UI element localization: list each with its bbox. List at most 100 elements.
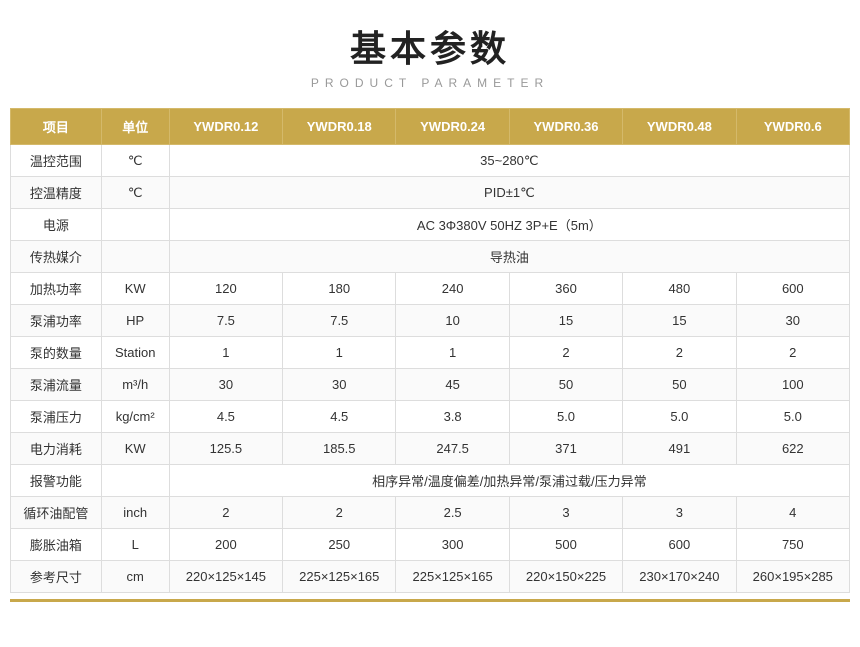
cell-merged-0: 35~280℃: [169, 145, 849, 177]
cell-val-7-4: 50: [623, 369, 736, 401]
cell-item-2: 电源: [11, 209, 102, 241]
params-table: 项目单位YWDR0.12YWDR0.18YWDR0.24YWDR0.36YWDR…: [10, 108, 850, 593]
cell-merged-1: PID±1℃: [169, 177, 849, 209]
cell-val-11-3: 3: [509, 497, 622, 529]
table-row: 泵浦流量m³/h3030455050100: [11, 369, 850, 401]
cell-val-9-5: 622: [736, 433, 849, 465]
cell-val-13-0: 220×125×145: [169, 561, 282, 593]
cell-item-4: 加热功率: [11, 273, 102, 305]
table-row: 泵浦功率HP7.57.510151530: [11, 305, 850, 337]
cell-unit-13: cm: [101, 561, 169, 593]
cell-val-6-1: 1: [283, 337, 396, 369]
cell-val-11-2: 2.5: [396, 497, 509, 529]
cell-val-6-0: 1: [169, 337, 282, 369]
table-row: 泵浦压力kg/cm²4.54.53.85.05.05.0: [11, 401, 850, 433]
cell-val-4-5: 600: [736, 273, 849, 305]
cell-val-9-2: 247.5: [396, 433, 509, 465]
cell-val-7-1: 30: [283, 369, 396, 401]
cell-item-11: 循环油配管: [11, 497, 102, 529]
table-row: 传热媒介 导热油: [11, 241, 850, 273]
cell-val-4-1: 180: [283, 273, 396, 305]
cell-item-1: 控温精度: [11, 177, 102, 209]
table-header-row: 项目单位YWDR0.12YWDR0.18YWDR0.24YWDR0.36YWDR…: [11, 109, 850, 145]
page-title: 基本参数: [350, 20, 510, 72]
header-cell-6: YWDR0.48: [623, 109, 736, 145]
bottom-line: [10, 599, 850, 602]
cell-val-11-0: 2: [169, 497, 282, 529]
cell-val-13-1: 225×125×165: [283, 561, 396, 593]
cell-val-8-3: 5.0: [509, 401, 622, 433]
cell-merged-10: 相序异常/温度偏差/加热异常/泵浦过载/压力异常: [169, 465, 849, 497]
header-cell-4: YWDR0.24: [396, 109, 509, 145]
cell-val-5-2: 10: [396, 305, 509, 337]
cell-val-12-4: 600: [623, 529, 736, 561]
cell-val-9-3: 371: [509, 433, 622, 465]
cell-item-13: 参考尺寸: [11, 561, 102, 593]
cell-val-11-1: 2: [283, 497, 396, 529]
table-row: 循环油配管inch222.5334: [11, 497, 850, 529]
table-row: 参考尺寸cm220×125×145225×125×165225×125×1652…: [11, 561, 850, 593]
cell-merged-2: AC 3Φ380V 50HZ 3P+E（5m）: [169, 209, 849, 241]
cell-val-5-1: 7.5: [283, 305, 396, 337]
cell-unit-7: m³/h: [101, 369, 169, 401]
cell-val-6-2: 1: [396, 337, 509, 369]
cell-unit-3: [101, 241, 169, 273]
cell-val-7-3: 50: [509, 369, 622, 401]
cell-item-5: 泵浦功率: [11, 305, 102, 337]
cell-val-5-5: 30: [736, 305, 849, 337]
cell-item-12: 膨胀油箱: [11, 529, 102, 561]
cell-val-11-5: 4: [736, 497, 849, 529]
cell-val-5-3: 15: [509, 305, 622, 337]
header-cell-1: 单位: [101, 109, 169, 145]
table-row: 电力消耗KW125.5185.5247.5371491622: [11, 433, 850, 465]
cell-val-12-1: 250: [283, 529, 396, 561]
table-row: 控温精度℃PID±1℃: [11, 177, 850, 209]
cell-val-11-4: 3: [623, 497, 736, 529]
cell-val-9-4: 491: [623, 433, 736, 465]
cell-unit-11: inch: [101, 497, 169, 529]
cell-unit-0: ℃: [101, 145, 169, 177]
cell-item-9: 电力消耗: [11, 433, 102, 465]
table-row: 电源 AC 3Φ380V 50HZ 3P+E（5m）: [11, 209, 850, 241]
cell-val-4-3: 360: [509, 273, 622, 305]
cell-val-9-1: 185.5: [283, 433, 396, 465]
cell-val-4-4: 480: [623, 273, 736, 305]
cell-unit-8: kg/cm²: [101, 401, 169, 433]
cell-val-4-2: 240: [396, 273, 509, 305]
table-row: 膨胀油箱L200250300500600750: [11, 529, 850, 561]
cell-val-13-4: 230×170×240: [623, 561, 736, 593]
cell-item-10: 报警功能: [11, 465, 102, 497]
table-row: 加热功率KW120180240360480600: [11, 273, 850, 305]
cell-unit-12: L: [101, 529, 169, 561]
cell-val-12-5: 750: [736, 529, 849, 561]
cell-val-12-3: 500: [509, 529, 622, 561]
cell-val-8-0: 4.5: [169, 401, 282, 433]
cell-val-6-5: 2: [736, 337, 849, 369]
cell-val-8-2: 3.8: [396, 401, 509, 433]
cell-val-6-3: 2: [509, 337, 622, 369]
cell-val-5-0: 7.5: [169, 305, 282, 337]
cell-unit-4: KW: [101, 273, 169, 305]
cell-unit-6: Station: [101, 337, 169, 369]
cell-unit-5: HP: [101, 305, 169, 337]
cell-val-9-0: 125.5: [169, 433, 282, 465]
cell-item-7: 泵浦流量: [11, 369, 102, 401]
cell-unit-1: ℃: [101, 177, 169, 209]
cell-item-0: 温控范围: [11, 145, 102, 177]
cell-val-7-2: 45: [396, 369, 509, 401]
cell-val-7-0: 30: [169, 369, 282, 401]
cell-val-8-1: 4.5: [283, 401, 396, 433]
cell-item-3: 传热媒介: [11, 241, 102, 273]
cell-item-8: 泵浦压力: [11, 401, 102, 433]
cell-merged-3: 导热油: [169, 241, 849, 273]
cell-val-13-2: 225×125×165: [396, 561, 509, 593]
cell-val-13-3: 220×150×225: [509, 561, 622, 593]
cell-unit-10: [101, 465, 169, 497]
header-cell-5: YWDR0.36: [509, 109, 622, 145]
header-cell-7: YWDR0.6: [736, 109, 849, 145]
page-subtitle: PRODUCT PARAMETER: [311, 76, 549, 90]
cell-val-7-5: 100: [736, 369, 849, 401]
cell-unit-9: KW: [101, 433, 169, 465]
table-row: 泵的数量Station111222: [11, 337, 850, 369]
cell-val-6-4: 2: [623, 337, 736, 369]
